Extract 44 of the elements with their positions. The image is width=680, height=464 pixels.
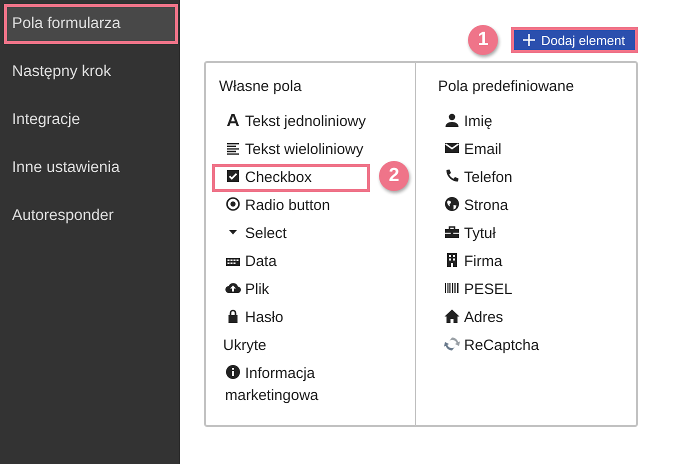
step-badge: 2 — [379, 161, 409, 191]
field-type-item[interactable]: Ukryte — [212, 332, 415, 360]
sidebar-item[interactable]: Integracje — [4, 100, 178, 140]
add-element-button[interactable]: Dodaj element — [511, 27, 638, 53]
cloud-upload-icon — [225, 280, 241, 296]
field-type-item[interactable]: ReCaptcha — [431, 332, 574, 360]
field-type-item[interactable]: Plik — [212, 276, 415, 304]
briefcase-icon — [444, 224, 460, 240]
step-badge: 1 — [468, 25, 498, 55]
field-type-item[interactable]: Tekst jednoliniowy — [212, 108, 415, 136]
sidebar-item[interactable]: Następny krok — [4, 52, 178, 92]
field-type-item[interactable]: Email — [431, 136, 574, 164]
info-icon — [225, 364, 241, 380]
field-type-item[interactable]: Informacja marketingowa — [212, 360, 415, 410]
field-type-item[interactable]: Firma — [431, 248, 574, 276]
field-type-item[interactable]: Hasło — [212, 304, 415, 332]
field-type-item[interactable]: Tekst wieloliniowy — [212, 136, 415, 164]
plus-icon — [523, 34, 536, 46]
column-heading: Własne pola — [219, 77, 303, 97]
sidebar-item[interactable]: Inne ustawienia — [4, 148, 178, 188]
field-type-item[interactable]: Imię — [431, 108, 574, 136]
barcode-icon — [444, 280, 460, 296]
checkbox-icon — [225, 168, 241, 184]
field-type-item[interactable]: PESEL — [431, 276, 574, 304]
field-type-item[interactable]: Adres — [431, 304, 574, 332]
phone-icon — [444, 168, 460, 184]
field-type-item[interactable]: Strona — [431, 192, 574, 220]
field-type-item[interactable]: Radio button — [212, 192, 415, 220]
envelope-icon — [444, 140, 460, 156]
recaptcha-icon — [444, 336, 460, 352]
person-icon — [444, 112, 460, 128]
text-lines-icon — [225, 140, 241, 156]
column-heading: Pola predefiniowane — [438, 77, 574, 97]
field-type-item[interactable]: Select — [212, 220, 415, 248]
house-icon — [444, 308, 460, 324]
building-icon — [444, 252, 460, 268]
field-type-item[interactable]: Data — [212, 248, 415, 276]
sidebar-item[interactable]: Pola formularza — [4, 4, 178, 44]
field-type-item[interactable]: Telefon — [431, 164, 574, 192]
field-type-item[interactable]: Tytuł — [431, 220, 574, 248]
radio-icon — [225, 196, 241, 212]
sidebar-item[interactable]: Autoresponder — [4, 196, 178, 236]
letter-a-icon — [225, 112, 241, 128]
globe-icon — [444, 196, 460, 212]
